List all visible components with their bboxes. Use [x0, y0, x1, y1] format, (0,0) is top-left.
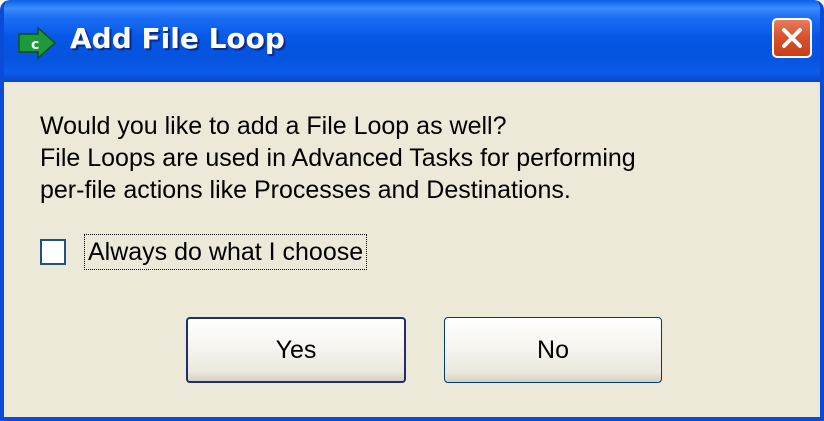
yes-button[interactable]: Yes [186, 317, 406, 383]
title-bar[interactable]: c Add File Loop [4, 0, 820, 82]
always-do-checkbox-label[interactable]: Always do what I choose [84, 234, 368, 270]
app-icon: c [18, 26, 57, 60]
window-title: Add File Loop [70, 22, 285, 55]
message-line: File Loops are used in Advanced Tasks fo… [40, 144, 636, 172]
close-button[interactable] [772, 18, 812, 58]
message-line: per-file actions like Processes and Dest… [40, 176, 571, 204]
dialog-message: Would you like to add a File Loop as wel… [40, 110, 636, 206]
no-button[interactable]: No [444, 317, 662, 383]
close-x-icon [782, 28, 802, 48]
message-line: Would you like to add a File Loop as wel… [40, 112, 507, 140]
dialog-window: c Add File Loop Would you like to add a … [0, 0, 824, 421]
always-do-checkbox[interactable] [40, 239, 66, 265]
svg-text:c: c [31, 37, 39, 53]
